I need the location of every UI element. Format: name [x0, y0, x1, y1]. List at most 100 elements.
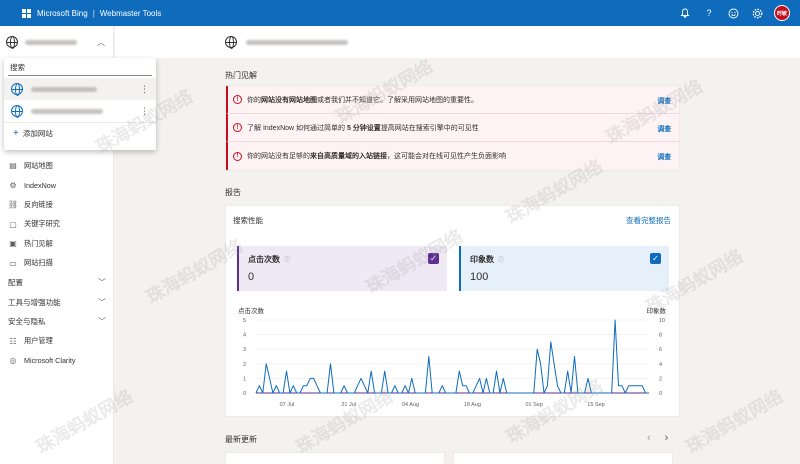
insight-row: ! 你的网站没有网站地图或者我们并不知道它。了解采用网站地图的重要性。 调查 — [226, 86, 679, 114]
sidebar-item-label: 关键字研究 — [24, 219, 60, 229]
sidebar-item-label: Microsoft Clarity — [24, 356, 76, 366]
x-tick-label: 04 Aug — [402, 402, 419, 408]
site-url-redacted — [31, 108, 103, 114]
sidebar-item-keyword-research[interactable]: ▢ 关键字研究 — [0, 215, 114, 235]
avatar[interactable]: 时敏 — [774, 5, 790, 21]
investigate-link[interactable]: 调查 — [657, 151, 671, 161]
nav-group-label: 安全与隐私 — [8, 317, 46, 327]
site-search-input[interactable]: 搜索 — [8, 60, 152, 76]
card-title: 搜索性能 — [233, 216, 263, 225]
investigate-link[interactable]: 调查 — [657, 123, 671, 133]
add-site-button[interactable]: + 添加网站 — [4, 122, 156, 144]
x-tick-label: 01 Sep — [525, 402, 542, 408]
indexnow-icon: ⚙ — [9, 180, 17, 190]
site-url-redacted — [31, 86, 97, 92]
clarity-icon: ◎ — [9, 356, 17, 366]
sidebar-item-indexnow[interactable]: ⚙ IndexNow — [0, 176, 114, 196]
info-icon: ⓘ — [284, 258, 291, 264]
settings-icon[interactable] — [750, 6, 764, 20]
info-icon: ⓘ — [498, 258, 505, 264]
site-url-redacted — [246, 39, 348, 45]
error-icon: ! — [233, 123, 242, 132]
investigate-link[interactable]: 调查 — [657, 95, 671, 105]
sidebar-item-label: IndexNow — [24, 180, 56, 190]
insight-text: 了解 IndexNow 如何通过简单的 5 分钟设置提高网站在搜索引擎中的可见性 — [247, 124, 479, 132]
brand[interactable]: Microsoft Bing | Webmaster Tools — [37, 9, 161, 18]
insight-text: 你的网站没有足够的来自高质量域的入站链接，这可能会对在线可见性产生负面影响 — [247, 153, 506, 160]
site-name-redacted — [25, 39, 77, 45]
impressions-metric-tile[interactable]: 印象数 ⓘ 100 ✓ — [459, 246, 669, 291]
globe-icon — [11, 105, 23, 118]
app-launcher-icon[interactable] — [22, 8, 31, 18]
insight-text: 你的网站没有网站地图或者我们并不知道它。了解采用网站地图的重要性。 — [247, 96, 478, 104]
view-full-report-link[interactable]: 查看完整报告 — [626, 215, 671, 226]
feedback-icon[interactable] — [726, 6, 740, 20]
next-arrow-icon[interactable]: › — [665, 432, 669, 444]
site-selector[interactable]: ︿ — [0, 26, 113, 58]
add-site-label: 添加网站 — [22, 129, 53, 138]
brand-separator: | — [92, 8, 95, 18]
search-performance-card: 搜索性能 查看完整报告 点击次数 ⓘ 0 ✓ 印象数 ⓘ 100 ✓ 点击次数 印象… — [225, 205, 680, 417]
sidebar-item-sitemaps[interactable]: ▤ 网站地图 — [0, 156, 114, 176]
nav-group-label: 配置 — [8, 278, 23, 288]
sidebar-item-label: 网站扫描 — [24, 258, 53, 268]
user-management-icon: ☷ — [9, 336, 17, 346]
site-option[interactable]: ⋮ — [4, 100, 156, 122]
y-tick-label-left: 5 — [243, 318, 246, 324]
impressions-value: 100 — [470, 271, 489, 283]
nav-group-security[interactable]: 安全与隐私 ﹀ — [0, 312, 114, 332]
impressions-checkbox[interactable]: ✓ — [650, 253, 661, 264]
sidebar-item-label: 热门见解 — [24, 238, 53, 248]
nav-group-configuration[interactable]: 配置 ﹀ — [0, 273, 114, 293]
report-title: 报告 — [225, 188, 241, 197]
y-tick-label-left: 3 — [243, 347, 246, 353]
y-tick-label-left: 0 — [243, 391, 246, 397]
site-scan-icon: ▭ — [9, 258, 17, 268]
main-content: 热门见解 ! 你的网站没有网站地图或者我们并不知道它。了解采用网站地图的重要性。… — [115, 26, 800, 464]
sidebar-item-site-scan[interactable]: ▭ 网站扫描 — [0, 254, 114, 274]
bell-icon[interactable] — [678, 6, 692, 20]
x-tick-label: 21 Jul — [341, 402, 356, 408]
performance-chart: 0 0 1 2 2 4 3 6 4 8 5 10 07 Jul 21 Jul 04 Aug 18 Aug 01 … — [243, 318, 665, 408]
more-options-icon[interactable]: ⋮ — [140, 106, 149, 117]
update-card[interactable] — [453, 452, 673, 464]
y-tick-label-right: 4 — [659, 362, 662, 368]
x-tick-label: 07 Jul — [280, 402, 295, 408]
series-line — [255, 319, 649, 394]
impressions-metric-label: 印象数 ⓘ — [470, 255, 505, 264]
sidebar-item-user-management[interactable]: ☷ 用户管理 — [0, 332, 114, 352]
insights-card: ! 你的网站没有网站地图或者我们并不知道它。了解采用网站地图的重要性。 调查 !… — [225, 85, 680, 171]
sidebar-nav: ▤ 网站地图 ⚙ IndexNow ⛓ 反向链接 ▢ 关键字研究 ▣ 热门见解 … — [0, 156, 114, 371]
clicks-value: 0 — [248, 271, 255, 283]
globe-icon — [11, 83, 23, 96]
site-option[interactable]: ⋮ — [4, 78, 156, 100]
site-search-placeholder: 搜索 — [10, 63, 25, 72]
nav-group-tools[interactable]: 工具与增强功能 ﹀ — [0, 293, 114, 313]
chevron-down-icon: ﹀ — [98, 317, 106, 327]
sidebar-item-backlinks[interactable]: ⛓ 反向链接 — [0, 195, 114, 215]
more-options-icon[interactable]: ⋮ — [140, 84, 149, 95]
insight-row: ! 了解 IndexNow 如何通过简单的 5 分钟设置提高网站在搜索引擎中的可… — [226, 114, 679, 142]
previous-arrow-icon[interactable]: ‹ — [647, 432, 651, 444]
help-icon[interactable]: ? — [702, 6, 716, 20]
sidebar-item-clarity[interactable]: ◎ Microsoft Clarity — [0, 351, 114, 371]
x-tick-label: 18 Aug — [464, 402, 481, 408]
update-card[interactable] — [225, 452, 445, 464]
clicks-metric-label: 点击次数 ⓘ — [248, 255, 291, 264]
chevron-up-icon[interactable]: ︿ — [97, 37, 105, 48]
clicks-checkbox[interactable]: ✓ — [428, 253, 439, 264]
y-tick-label-left: 4 — [243, 333, 246, 339]
clicks-metric-tile[interactable]: 点击次数 ⓘ 0 ✓ — [237, 246, 447, 291]
globe-icon — [225, 36, 237, 49]
y-tick-label-right: 6 — [659, 347, 662, 353]
y-tick-label-right: 10 — [659, 318, 665, 324]
sidebar-item-insights[interactable]: ▣ 热门见解 — [0, 234, 114, 254]
x-tick-label: 15 Sep — [587, 402, 604, 408]
error-icon: ! — [233, 151, 242, 161]
nav-group-label: 工具与增强功能 — [8, 297, 61, 307]
y-tick-label-left: 2 — [243, 362, 246, 368]
y-tick-label-right: 0 — [659, 391, 662, 397]
y-tick-label-left: 1 — [243, 376, 246, 382]
site-header — [115, 26, 800, 58]
brand-name: Microsoft Bing — [37, 8, 88, 18]
